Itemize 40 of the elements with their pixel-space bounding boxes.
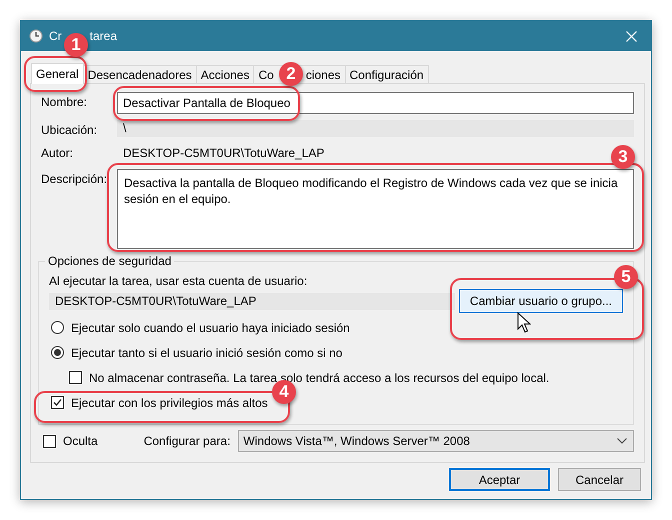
tab-label: Configuración bbox=[350, 68, 424, 82]
author-value: DESKTOP-C5MT0UR\TotuWare_LAP bbox=[122, 145, 326, 162]
highlight-ring bbox=[24, 56, 87, 92]
dialog-button[interactable]: Aceptar bbox=[449, 468, 550, 491]
tab[interactable]: Configuración bbox=[344, 65, 429, 84]
dialog-button[interactable]: Cancelar bbox=[558, 468, 641, 491]
window-title: Cr bbox=[49, 29, 62, 43]
field-label: Configurar para: bbox=[144, 434, 230, 448]
location-field: \ bbox=[117, 120, 634, 137]
tab-label: Acciones bbox=[200, 68, 250, 82]
window-title: tarea bbox=[90, 29, 118, 43]
field-label: Ubicación: bbox=[41, 122, 98, 137]
checkbox[interactable] bbox=[69, 371, 82, 384]
option-label: Oculta bbox=[63, 434, 98, 448]
cursor-icon bbox=[517, 312, 531, 333]
radio-button[interactable] bbox=[51, 346, 64, 359]
field-label: Autor: bbox=[41, 145, 74, 160]
tab-label: General bbox=[36, 67, 79, 81]
option-label: Ejecutar solo cuando el usuario haya iniciado sesión bbox=[71, 320, 350, 334]
close-icon[interactable] bbox=[626, 30, 637, 42]
account-label: Al ejecutar la tarea, usar esta cuenta de usuario: bbox=[49, 274, 308, 288]
checkbox[interactable] bbox=[51, 396, 64, 409]
option-label: Ejecutar con los privilegios más altos bbox=[71, 396, 268, 410]
tab-label: Desencadenadores bbox=[88, 68, 192, 82]
change-user-button[interactable]: Cambiar usuario o grupo... bbox=[458, 289, 623, 313]
tab-label: Co bbox=[258, 68, 274, 82]
configure-select[interactable]: Windows Vista™, Windows Server™ 2008 bbox=[238, 430, 634, 452]
tab[interactable]: General bbox=[31, 63, 84, 84]
group-title: Opciones de seguridad bbox=[45, 254, 174, 268]
radio-button[interactable] bbox=[51, 321, 64, 334]
name-field[interactable]: Desactivar Pantalla de Bloqueo bbox=[117, 92, 634, 114]
option-label: Ejecutar tanto si el usuario inició sesión como si no bbox=[71, 346, 342, 360]
description-field[interactable]: Desactiva la pantalla de Bloqueo modificando el Registro de Windows cada vez que se inicia sesión en el equipo. bbox=[117, 169, 634, 249]
tab-label: ciones bbox=[306, 68, 341, 82]
checkbox[interactable] bbox=[43, 434, 56, 448]
field-label: Nombre: bbox=[41, 94, 88, 109]
account-field: DESKTOP-C5MT0UR\TotuWare_LAP bbox=[49, 292, 455, 310]
clock-icon bbox=[29, 29, 43, 43]
chevron-icon bbox=[617, 438, 627, 444]
field-label: Descripción: bbox=[41, 171, 108, 186]
